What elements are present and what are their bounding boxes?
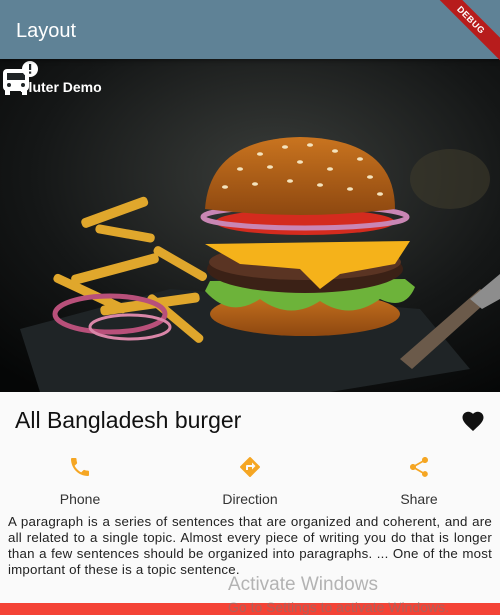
heart-icon[interactable] xyxy=(461,410,485,432)
share-label: Share xyxy=(400,491,438,507)
direction-icon xyxy=(240,457,260,477)
phone-button[interactable]: Phone xyxy=(20,455,140,507)
direction-button[interactable]: Direction xyxy=(190,455,310,507)
app-bar: Layout xyxy=(0,0,500,59)
action-row: Phone Direction Share xyxy=(0,455,500,510)
share-button[interactable]: Share xyxy=(359,455,479,507)
activation-watermark-title: Activate Windows xyxy=(228,574,378,595)
hero-image: Fluter Demo xyxy=(0,59,500,392)
phone-icon xyxy=(71,458,89,476)
bus-alert-icon xyxy=(3,61,38,95)
description-text: A paragraph is a series of sentences tha… xyxy=(8,514,492,577)
direction-label: Direction xyxy=(222,491,278,507)
app-bar-title: Layout xyxy=(16,20,77,42)
product-title: All Bangladesh burger xyxy=(15,407,242,433)
activation-watermark-subtitle: Go to Settings to activate Windows. xyxy=(228,599,449,615)
phone-label: Phone xyxy=(59,491,101,507)
share-icon xyxy=(410,457,428,477)
burger-photo xyxy=(0,59,500,392)
title-row: All Bangladesh burger xyxy=(0,392,500,450)
